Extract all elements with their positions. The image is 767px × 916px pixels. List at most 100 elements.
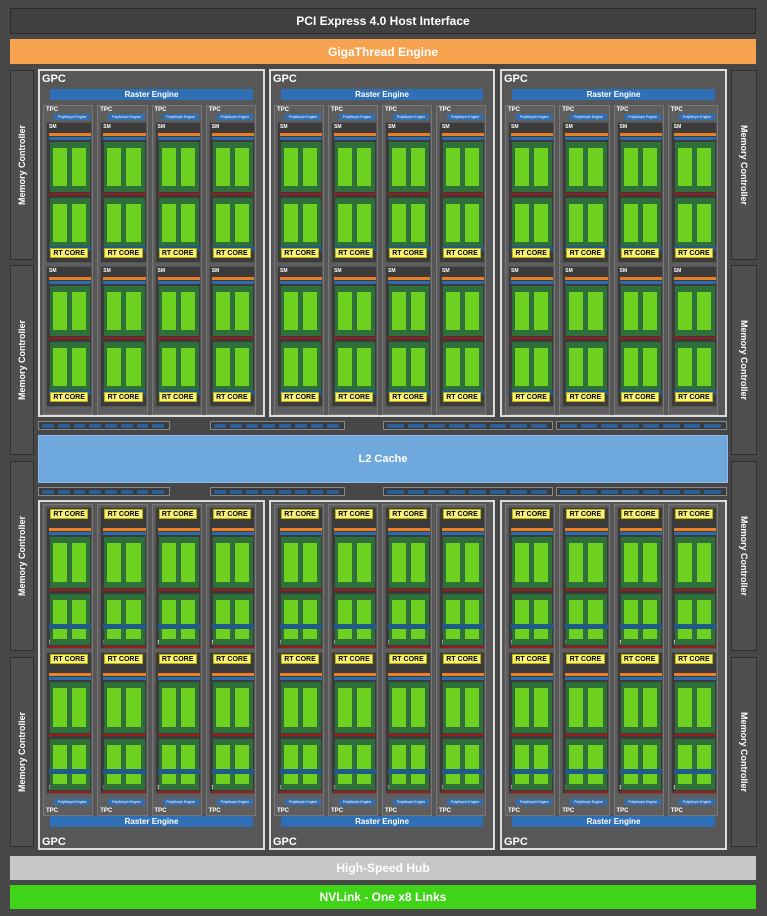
sm-block: SM — [331, 507, 377, 649]
cuda-cores — [52, 600, 69, 639]
rt-core: RT CORE — [158, 509, 197, 519]
cuda-cores — [233, 543, 250, 582]
sm-label: SM — [511, 268, 519, 274]
cuda-cores — [356, 688, 372, 727]
sm-strip — [511, 532, 554, 535]
sm-strip — [388, 532, 430, 535]
rt-core: RT CORE — [512, 248, 551, 258]
cuda-cores — [464, 600, 480, 639]
cuda-cores — [695, 688, 712, 727]
sm-block: SM — [154, 266, 201, 407]
rt-core: RT CORE — [566, 509, 605, 519]
cuda-cores — [676, 148, 693, 186]
sm-strip — [211, 646, 254, 648]
sm-strip — [565, 528, 608, 531]
memory-controller-label: Memory Controller — [17, 124, 27, 206]
sm-block: SM — [46, 507, 93, 649]
cuda-cores — [676, 543, 693, 582]
crossbar-cell — [387, 490, 404, 494]
rt-core: RT CORE — [335, 654, 373, 664]
sm-strip — [511, 624, 554, 629]
sm-strip — [565, 646, 608, 648]
sm-strip — [157, 769, 200, 774]
raster-engine: Raster Engine — [50, 89, 253, 100]
cuda-cores — [622, 745, 639, 784]
sm-label: SM — [211, 124, 220, 130]
cuda-cores — [356, 600, 372, 639]
crossbar-cell — [448, 424, 465, 428]
cuda-cores — [52, 348, 69, 386]
sm-block: SM — [277, 652, 323, 794]
sm-strip — [334, 528, 376, 531]
cuda-cores — [695, 148, 712, 186]
sm-block: SM — [208, 122, 255, 263]
cuda-cores — [71, 600, 88, 639]
cuda-cores — [337, 204, 353, 242]
cuda-cores — [233, 348, 250, 386]
sm-strip — [388, 791, 430, 793]
sm-strip — [334, 791, 376, 793]
sm-block: SM — [331, 266, 377, 407]
gpc-label: GPC — [504, 73, 528, 85]
gpu-block-diagram: PCI Express 4.0 Host Interface GigaThrea… — [0, 0, 767, 916]
crossbar-strip — [38, 421, 170, 430]
sm-strip — [565, 337, 608, 339]
cuda-cores — [676, 600, 693, 639]
sm-strip — [103, 277, 146, 280]
sm-strip — [49, 532, 92, 535]
sm-label: SM — [511, 124, 519, 130]
rt-core: RT CORE — [50, 248, 89, 258]
crossbar-cell — [642, 490, 660, 494]
sm-strip — [49, 277, 92, 280]
sm-strip — [280, 337, 322, 339]
rt-core: RT CORE — [50, 509, 89, 519]
sm-block: SM — [439, 652, 485, 794]
sm-strip — [211, 589, 254, 591]
cuda-cores — [514, 204, 531, 242]
sm-strip — [619, 734, 662, 736]
sm-block: SM — [277, 507, 323, 649]
rt-core: RT CORE — [104, 509, 143, 519]
cuda-cores — [410, 148, 426, 186]
tpc-label: TPC — [100, 808, 113, 814]
cuda-cores — [160, 148, 177, 186]
sm-strip — [673, 133, 716, 136]
sm-strip — [388, 281, 430, 284]
nvlink-label: NVLink - One x8 Links — [319, 890, 447, 904]
crossbar-cell — [278, 424, 291, 428]
sm-strip — [280, 677, 322, 680]
sm-strip — [280, 734, 322, 736]
crossbar-cell — [580, 424, 598, 428]
sm-strip — [619, 337, 662, 339]
sm-strip — [619, 791, 662, 793]
crossbar-cell — [89, 490, 101, 494]
cuda-cores — [71, 688, 88, 727]
sm-strip — [619, 532, 662, 535]
rt-core: RT CORE — [104, 248, 143, 258]
sm-strip — [388, 589, 430, 591]
sm-strip — [673, 528, 716, 531]
tpc: TPCPolyMorph EngineSMRT CORESMRT CORE — [613, 105, 664, 415]
sm-strip — [211, 791, 254, 793]
sm-strip — [334, 624, 376, 629]
sm-strip — [511, 193, 554, 195]
memory-controller: Memory Controller — [731, 70, 757, 260]
sm-strip — [280, 673, 322, 676]
sm-strip — [334, 646, 376, 648]
cuda-cores — [71, 148, 88, 186]
sm-strip — [103, 734, 146, 736]
tpc: TPCPolyMorph EngineSMRT CORESMRT CORE — [667, 504, 718, 816]
rt-core: RT CORE — [389, 509, 427, 519]
sm-strip — [157, 277, 200, 280]
cuda-cores — [52, 292, 69, 330]
sm-strip — [157, 337, 200, 339]
cuda-cores — [410, 204, 426, 242]
cuda-cores — [641, 292, 658, 330]
cuda-cores — [337, 543, 353, 582]
sm-strip — [388, 646, 430, 648]
cuda-cores — [464, 745, 480, 784]
cuda-cores — [233, 292, 250, 330]
crossbar-cell — [621, 424, 639, 428]
sm-strip — [673, 734, 716, 736]
memory-controller: Memory Controller — [731, 265, 757, 455]
